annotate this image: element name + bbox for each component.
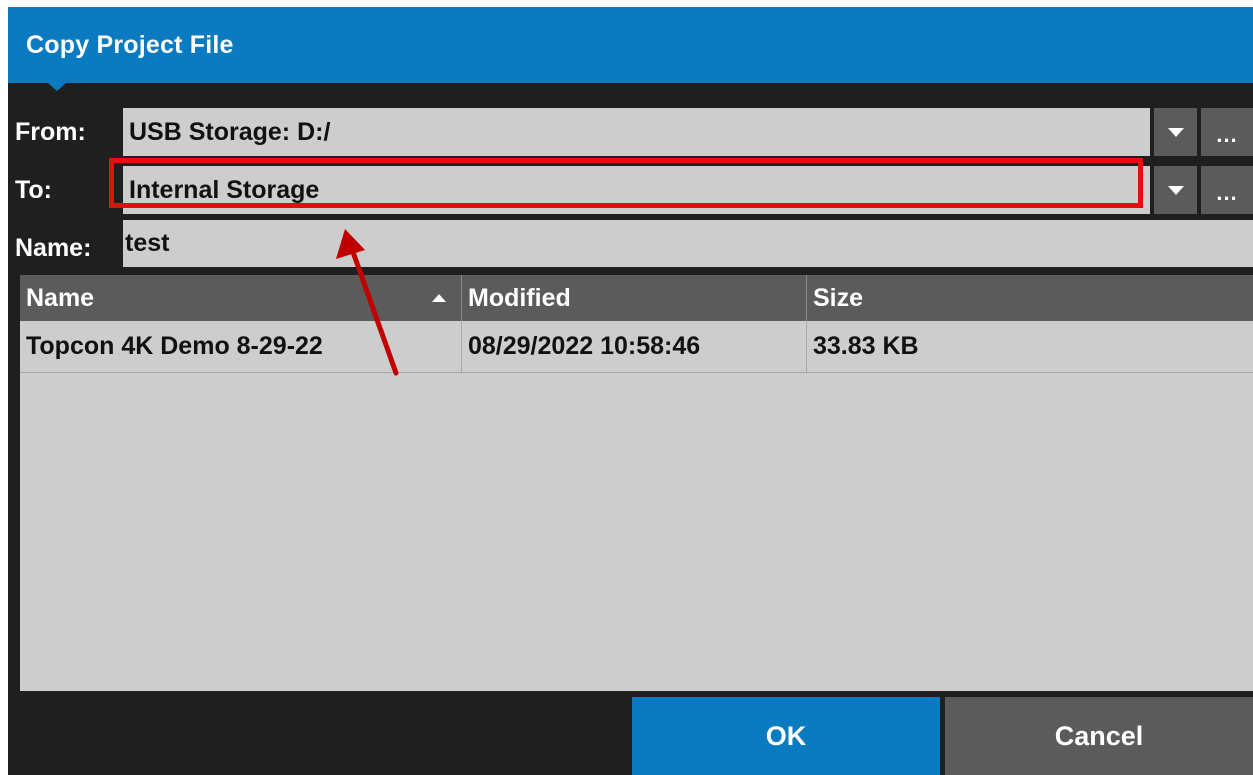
name-input[interactable]: test — [123, 220, 1253, 267]
column-header-modified[interactable]: Modified — [462, 275, 806, 321]
name-label: Name: — [15, 234, 92, 262]
sort-ascending-icon — [432, 294, 446, 302]
from-field[interactable]: USB Storage: D:/ — [123, 108, 1150, 156]
file-table: Name Modified Size Topcon 4K Demo 8-29-2… — [20, 275, 1253, 691]
chevron-down-icon — [1167, 127, 1184, 137]
to-label: To: — [15, 176, 53, 204]
to-browse-button[interactable]: ... — [1201, 166, 1253, 214]
titlebar-notch — [48, 83, 66, 91]
table-row[interactable]: Topcon 4K Demo 8-29-22 08/29/2022 10:58:… — [20, 321, 1253, 373]
cancel-button[interactable]: Cancel — [945, 697, 1253, 775]
column-header-name[interactable]: Name — [20, 275, 460, 321]
from-label: From: — [15, 118, 86, 146]
to-dropdown-button[interactable] — [1154, 166, 1197, 214]
copy-project-file-dialog: Copy Project File From: USB Storage: D:/… — [8, 7, 1253, 775]
chevron-down-icon — [1167, 185, 1184, 195]
cell-size: 33.83 KB — [813, 332, 919, 360]
column-header-size[interactable]: Size — [807, 275, 1253, 321]
name-value: test — [125, 229, 170, 257]
cell-name: Topcon 4K Demo 8-29-22 — [26, 332, 323, 360]
column-header-size-label: Size — [813, 283, 864, 312]
column-header-modified-label: Modified — [468, 283, 571, 312]
column-header-name-label: Name — [26, 283, 95, 312]
from-value: USB Storage: D:/ — [129, 117, 331, 146]
ok-button[interactable]: OK — [632, 697, 940, 775]
table-header: Name Modified Size — [20, 275, 1253, 321]
from-dropdown-button[interactable] — [1154, 108, 1197, 156]
to-field[interactable]: Internal Storage — [123, 166, 1150, 214]
to-value: Internal Storage — [129, 175, 320, 204]
from-browse-button[interactable]: ... — [1201, 108, 1253, 156]
cell-modified: 08/29/2022 10:58:46 — [468, 332, 701, 360]
dialog-title: Copy Project File — [26, 31, 234, 59]
dialog-titlebar: Copy Project File — [8, 7, 1253, 91]
